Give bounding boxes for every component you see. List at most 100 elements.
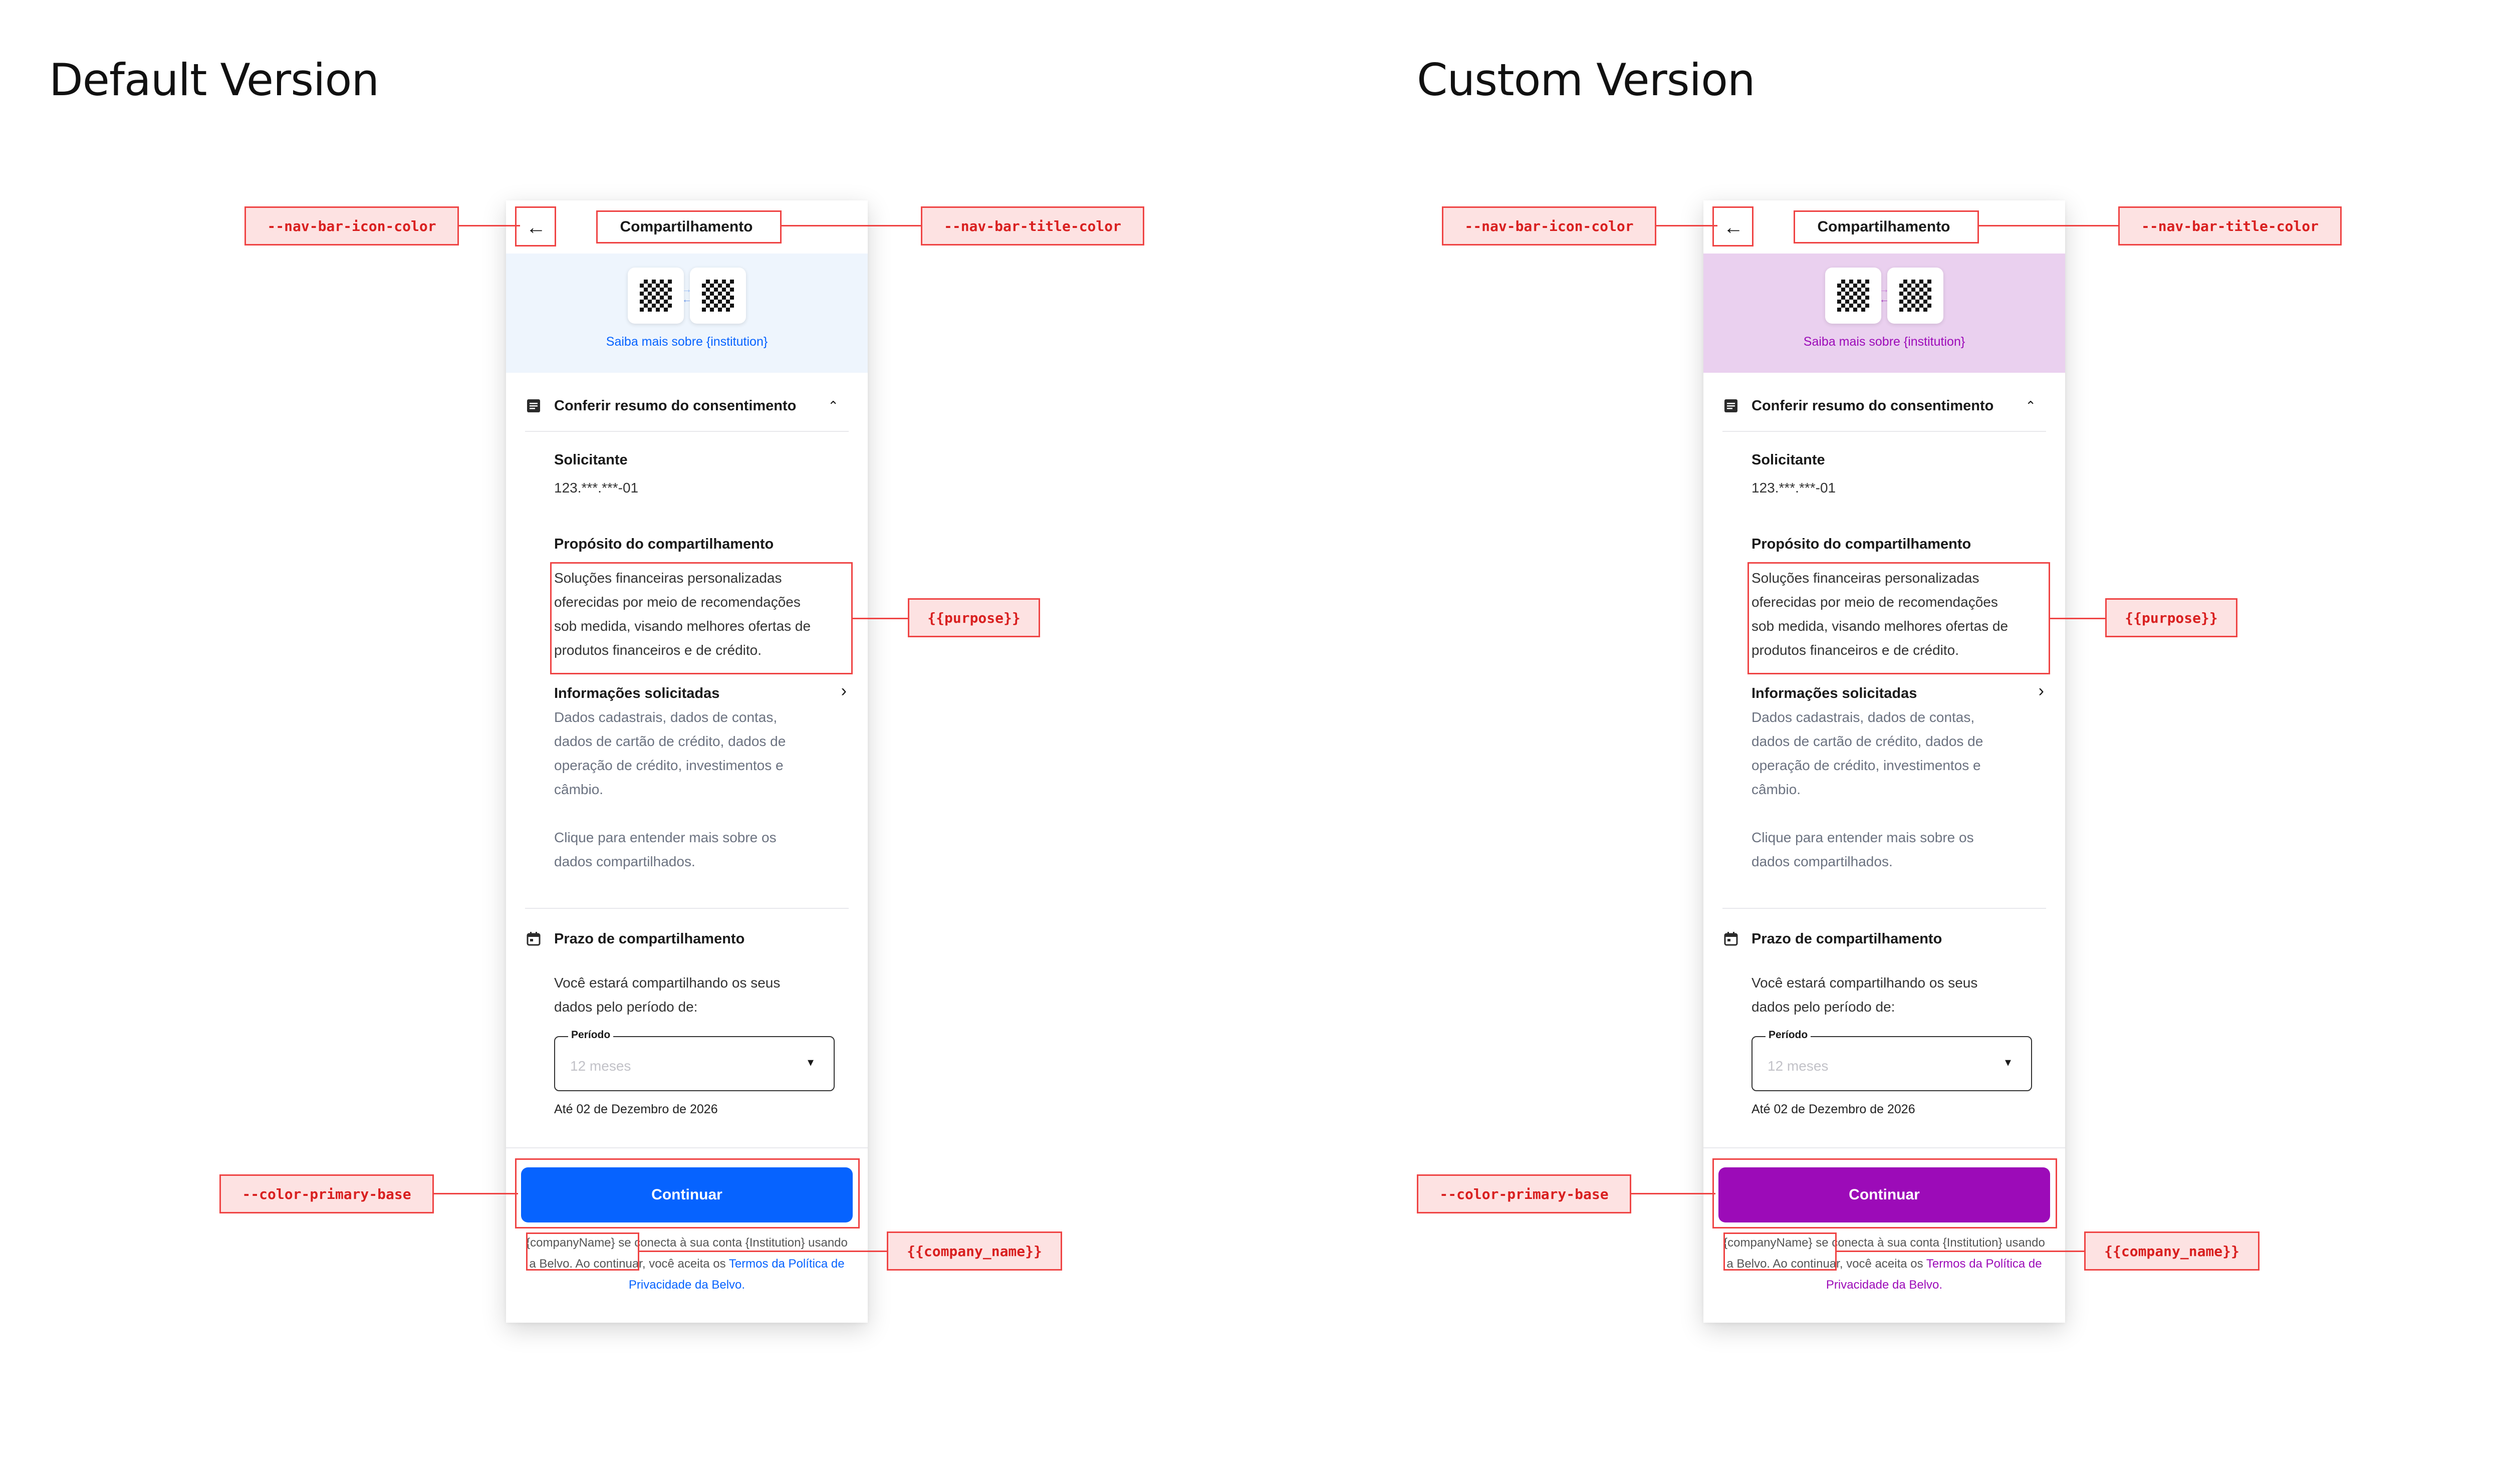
qr-logo-icon (1899, 280, 1931, 312)
institution-banner: → ← Saiba mais sobre {institution} (1703, 254, 2065, 373)
requested-info-text: Dados cadastrais, dados de contas, dados … (554, 705, 835, 802)
period-desc-line: Você estará compartilhando os seus (1751, 975, 1978, 991)
period-select[interactable]: Período 12 meses ▾ (554, 1029, 835, 1091)
company-logo (1825, 268, 1881, 324)
info-more-line: dados compartilhados. (1751, 854, 1893, 869)
chevron-up-icon: ⌃ (828, 398, 839, 413)
info-line: dados de cartão de crédito, dados de (554, 733, 786, 749)
calendar-icon (1722, 930, 1739, 947)
period-select[interactable]: Período 12 meses ▾ (1751, 1029, 2032, 1091)
phone-mockup: ← Compartilhamento → ← Saiba mais sobre {… (1703, 200, 2065, 1323)
info-line: dados de cartão de crédito, dados de (1751, 733, 1983, 749)
institution-banner: → ← Saiba mais sobre {institution} (506, 254, 868, 373)
info-line: Dados cadastrais, dados de contas, (554, 709, 778, 725)
annotation-nav-icon-label: --nav-bar-icon-color (244, 206, 459, 245)
annotation-line (1656, 225, 1717, 226)
info-line: câmbio. (554, 782, 604, 797)
institution-link[interactable]: Saiba mais sobre {institution} (1804, 335, 1965, 349)
info-line: câmbio. (1751, 782, 1801, 797)
requested-info-label[interactable]: Informações solicitadas (554, 685, 719, 702)
divider (1722, 431, 2046, 432)
annotation-company-box (526, 1232, 639, 1271)
annotation-line (434, 1193, 518, 1194)
period-description: Você estará compartilhando os seus dados … (1751, 971, 2032, 1019)
requested-info-label[interactable]: Informações solicitadas (1751, 685, 1917, 702)
annotation-nav-title-label: --nav-bar-title-color (921, 206, 1144, 245)
annotation-company-label: {{company_name}} (2084, 1231, 2260, 1271)
chevron-up-icon: ⌃ (2025, 398, 2036, 413)
requester-label: Solicitante (1751, 452, 1825, 468)
divider (525, 908, 849, 909)
purpose-label: Propósito do compartilhamento (554, 536, 774, 552)
version-title: Default Version (49, 54, 379, 106)
divider (1703, 1147, 2065, 1148)
annotation-nav-icon-box (1712, 206, 1754, 246)
annotation-line (1631, 1193, 1715, 1194)
period-select-value: 12 meses (1768, 1058, 1829, 1074)
annotation-purpose-box (550, 562, 853, 674)
period-heading: Prazo de compartilhamento (1751, 930, 1942, 947)
annotation-line (639, 1251, 887, 1252)
version-title: Custom Version (1417, 54, 1756, 106)
shared-data-link[interactable]: Clique para entender mais sobre os dados … (554, 826, 835, 874)
period-select-value: 12 meses (570, 1058, 631, 1074)
qr-logo-icon (1837, 280, 1869, 312)
info-more-line: Clique para entender mais sobre os (1751, 830, 1974, 845)
summary-accordion-header[interactable]: Conferir resumo do consentimento ⌃ (525, 381, 849, 431)
logo-pair: → ← (1825, 268, 1943, 324)
period-desc-line: dados pelo período de: (554, 999, 698, 1015)
caret-down-icon: ▾ (2005, 1056, 2011, 1069)
annotation-purpose-box (1747, 562, 2050, 674)
requester-value: 123.***.***-01 (1751, 480, 1836, 496)
annotation-line (782, 225, 921, 226)
info-more-line: dados compartilhados. (554, 854, 695, 869)
chevron-right-icon[interactable]: › (841, 681, 847, 701)
period-desc-line: Você estará compartilhando os seus (554, 975, 781, 991)
logo-pair: → ← (628, 268, 746, 324)
period-heading: Prazo de compartilhamento (554, 930, 745, 947)
divider (506, 1147, 868, 1148)
purpose-label: Propósito do compartilhamento (1751, 536, 1971, 552)
annotation-line (1979, 225, 2118, 226)
annotation-nav-icon-label: --nav-bar-icon-color (1442, 206, 1656, 245)
period-select-label: Período (1766, 1029, 1811, 1041)
info-line: operação de crédito, investimentos e (1751, 758, 1981, 773)
annotation-purpose-label: {{purpose}} (908, 598, 1040, 637)
annotation-nav-title-box (596, 210, 782, 243)
phone-mockup: ← Compartilhamento → ← Saiba mais sobre {… (506, 200, 868, 1323)
institution-link[interactable]: Saiba mais sobre {institution} (606, 335, 768, 349)
shared-data-link[interactable]: Clique para entender mais sobre os dados … (1751, 826, 2032, 874)
period-section-header: Prazo de compartilhamento (1722, 914, 2046, 964)
annotation-primary-box (515, 1158, 860, 1228)
summary-heading: Conferir resumo do consentimento (1751, 397, 1994, 414)
caret-down-icon: ▾ (807, 1056, 814, 1069)
summary-heading: Conferir resumo do consentimento (554, 397, 797, 414)
chevron-right-icon[interactable]: › (2039, 681, 2044, 701)
period-description: Você estará compartilhando os seus dados … (554, 971, 835, 1019)
qr-logo-icon (640, 280, 672, 312)
annotation-company-box (1723, 1232, 1837, 1271)
calendar-icon (525, 930, 542, 947)
annotation-nav-icon-box (515, 206, 556, 246)
swap-arrows-icon: → ← (682, 284, 692, 305)
info-line: operação de crédito, investimentos e (554, 758, 784, 773)
annotation-purpose-label: {{purpose}} (2105, 598, 2237, 637)
document-icon (525, 397, 542, 414)
period-select-label: Período (568, 1029, 614, 1041)
annotation-company-label: {{company_name}} (887, 1231, 1062, 1271)
annotation-line (459, 225, 520, 226)
institution-logo (690, 268, 746, 324)
info-more-line: Clique para entender mais sobre os (554, 830, 777, 845)
period-end-date: Até 02 de Dezembro de 2026 (1751, 1102, 1915, 1116)
divider (525, 431, 849, 432)
period-end-date: Até 02 de Dezembro de 2026 (554, 1102, 718, 1116)
annotation-nav-title-box (1794, 210, 1979, 243)
divider (1722, 908, 2046, 909)
summary-accordion-header[interactable]: Conferir resumo do consentimento ⌃ (1722, 381, 2046, 431)
annotation-nav-title-label: --nav-bar-title-color (2118, 206, 2342, 245)
annotation-line (1837, 1251, 2084, 1252)
requester-label: Solicitante (554, 452, 628, 468)
institution-logo (1887, 268, 1943, 324)
requester-value: 123.***.***-01 (554, 480, 639, 496)
company-logo (628, 268, 684, 324)
